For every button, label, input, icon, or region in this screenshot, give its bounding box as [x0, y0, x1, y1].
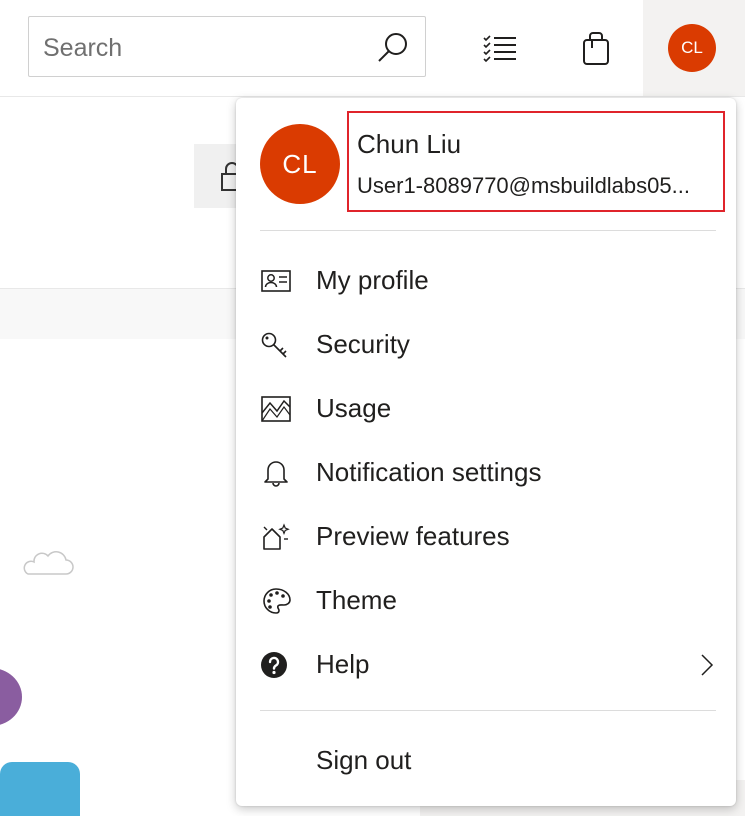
sign-out-label: Sign out [316, 745, 412, 775]
account-button[interactable]: CL [643, 0, 745, 96]
search-icon[interactable] [375, 30, 411, 66]
palette-icon [263, 588, 291, 614]
menu-item-security[interactable]: Security [236, 317, 736, 373]
bell-icon [264, 461, 288, 487]
account-menu: CL Chun Liu User1-8089770@msbuildlabs05.… [236, 98, 736, 806]
menu-item-theme[interactable]: Theme [236, 573, 736, 629]
search-input[interactable] [41, 27, 365, 69]
profile-avatar: CL [260, 124, 340, 204]
user-email: User1-8089770@msbuildlabs05... [357, 173, 690, 198]
task-list-icon[interactable] [482, 30, 518, 66]
page: CL CL Chun Liu User1-8089770@msbuildlabs… [0, 0, 745, 816]
menu-item-notification-settings[interactable]: Notification settings [236, 445, 736, 501]
menu-item-label: Theme [316, 585, 397, 615]
menu-item-help[interactable]: Help [236, 637, 736, 693]
top-bar: CL [0, 0, 745, 97]
search-box[interactable] [28, 16, 426, 77]
background-tile [0, 762, 80, 816]
cloud-icon [23, 551, 74, 575]
background-shape [0, 668, 22, 726]
menu-item-label: Usage [316, 393, 392, 423]
usage-chart-icon [261, 396, 291, 422]
user-name: Chun Liu [357, 129, 462, 159]
menu-item-label: My profile [316, 265, 429, 295]
chevron-right-icon [701, 654, 714, 676]
shopping-bag-icon[interactable] [578, 30, 614, 66]
user-identity: Chun Liu User1-8089770@msbuildlabs05... [347, 111, 725, 212]
menu-item-sign-out[interactable]: Sign out [236, 733, 736, 789]
help-circle-icon [261, 652, 287, 678]
preview-sparkle-icon [263, 523, 290, 550]
menu-item-preview-features[interactable]: Preview features [236, 509, 736, 565]
menu-item-usage[interactable]: Usage [236, 381, 736, 437]
menu-item-label: Security [316, 329, 410, 359]
menu-divider [260, 710, 716, 711]
menu-divider [260, 230, 716, 231]
menu-item-label: Help [316, 649, 370, 679]
menu-item-label: Preview features [316, 521, 510, 551]
contact-card-icon [261, 270, 291, 292]
avatar[interactable]: CL [668, 24, 716, 72]
menu-item-my-profile[interactable]: My profile [236, 253, 736, 309]
menu-item-label: Notification settings [316, 457, 542, 487]
key-icon [261, 332, 287, 358]
